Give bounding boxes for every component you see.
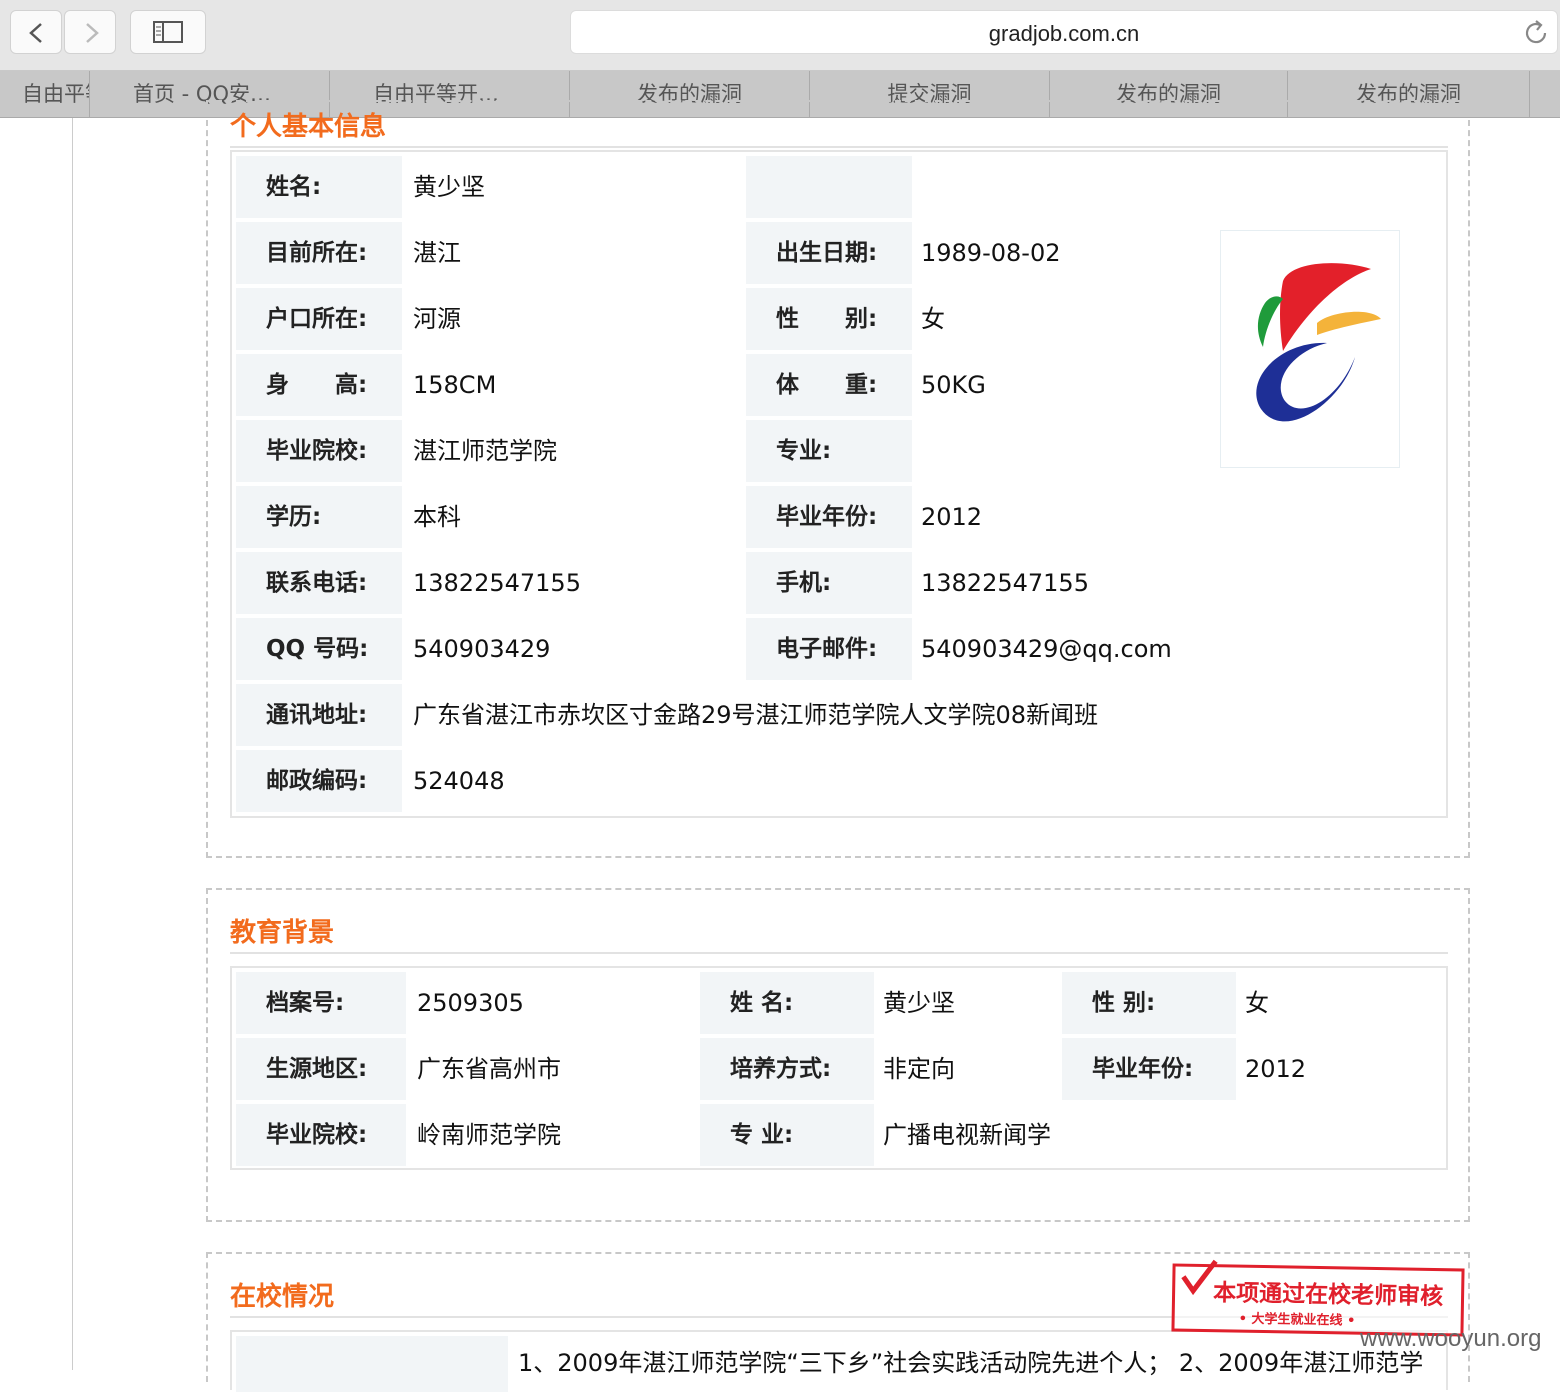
field-value: 湛江 [413, 239, 461, 267]
section-rule [230, 952, 1448, 954]
field-value: 1989-08-02 [921, 239, 1061, 267]
field-label: 档案号: [236, 972, 406, 1034]
field-label: 生源地区: [236, 1038, 406, 1100]
field-value: 广东省湛江市赤坎区寸金路29号湛江师范学院人文学院08新闻班 [413, 701, 1099, 729]
stamp-subtext: • 大学生就业在线 • [1238, 1311, 1356, 1329]
field-value: 黄少坚 [413, 173, 485, 201]
field-label: 电子邮件: [746, 618, 912, 680]
page-border-line [72, 118, 73, 1370]
field-value: 女 [1245, 989, 1269, 1017]
forward-button[interactable] [64, 10, 116, 54]
url-text: gradjob.com.cn [988, 21, 1140, 46]
field-value: 广东省高州市 [417, 1055, 561, 1083]
sidebar-button[interactable] [130, 10, 206, 54]
school-table: 1、2009年湛江师范学院“三下乡”社会实践活动院先进个人； 2、2009年湛江… [230, 1330, 1448, 1392]
field-label: 通讯地址: [236, 684, 402, 746]
field-value: 湛江师范学院 [413, 437, 557, 465]
field-label: 目前所在: [236, 222, 402, 284]
field-value: 13822547155 [413, 569, 581, 597]
field-label: 培养方式: [700, 1038, 874, 1100]
field-value: 河源 [413, 305, 461, 333]
browser-toolbar: gradjob.com.cn [0, 0, 1560, 71]
watermark: www.wooyun.org [1360, 1325, 1542, 1352]
field-label [746, 156, 912, 218]
field-label: 户口所在: [236, 288, 402, 350]
field-value: 2012 [921, 503, 983, 531]
field-value: 2012 [1245, 1055, 1307, 1083]
field-label: QQ 号码: [236, 618, 402, 680]
field-value: 158CM [413, 371, 497, 399]
address-bar[interactable]: gradjob.com.cn [570, 10, 1558, 54]
field-value: 524048 [413, 767, 505, 795]
browser-tab[interactable]: 自由平等开… [0, 71, 90, 117]
field-value: 本科 [413, 503, 461, 531]
personal-info-section: 个人基本信息 姓名: 黄少坚 目前所在: 湛江 出生日期: 1989-08-02… [206, 100, 1470, 858]
field-label: 学历: [236, 486, 402, 548]
education-table: 档案号: 2509305 姓 名: 黄少坚 性 别: 女 生源地区: 广东省高州… [230, 966, 1448, 1170]
school-record-text: 1、2009年湛江师范学院“三下乡”社会实践活动院先进个人； 2、2009年湛江… [518, 1349, 1424, 1377]
field-label: 姓 名: [700, 972, 874, 1034]
field-label: 联系电话: [236, 552, 402, 614]
field-label: 毕业院校: [236, 1104, 406, 1166]
field-value: 非定向 [883, 1055, 955, 1083]
field-value: 岭南师范学院 [417, 1121, 561, 1149]
field-label [236, 1336, 508, 1392]
field-value: 黄少坚 [883, 989, 955, 1017]
education-section: 教育背景 档案号: 2509305 姓 名: 黄少坚 性 别: 女 生源地区: … [206, 888, 1470, 1222]
field-label: 姓名: [236, 156, 402, 218]
stamp-text: 本项通过在校老师审核 [1212, 1280, 1444, 1311]
section-title: 教育背景 [230, 918, 335, 948]
sidebar-icon [153, 21, 183, 43]
field-value: 540903429@qq.com [921, 635, 1172, 663]
field-label: 毕业年份: [746, 486, 912, 548]
field-label: 身 高: [236, 354, 402, 416]
field-value: 540903429 [413, 635, 551, 663]
field-label: 出生日期: [746, 222, 912, 284]
field-label: 性 别: [1062, 972, 1236, 1034]
field-value: 女 [921, 305, 945, 333]
back-button[interactable] [10, 10, 62, 54]
field-label: 手机: [746, 552, 912, 614]
field-label: 专 业: [700, 1104, 874, 1166]
field-label: 体 重: [746, 354, 912, 416]
field-value: 50KG [921, 371, 986, 399]
reload-icon[interactable] [1523, 19, 1551, 47]
field-value: 13822547155 [921, 569, 1089, 597]
chevron-right-icon [86, 23, 99, 43]
field-value: 2509305 [417, 989, 524, 1017]
logo-icon [1256, 263, 1381, 422]
section-title: 在校情况 [230, 1282, 335, 1312]
profile-photo-placeholder [1220, 230, 1400, 468]
field-label: 性 别: [746, 288, 912, 350]
section-title: 个人基本信息 [230, 112, 387, 142]
field-label: 毕业年份: [1062, 1038, 1236, 1100]
field-label: 毕业院校: [236, 420, 402, 482]
field-label: 邮政编码: [236, 750, 402, 812]
field-value: 广播电视新闻学 [883, 1121, 1051, 1149]
section-rule [230, 146, 1448, 148]
field-label: 专业: [746, 420, 912, 482]
chevron-left-icon [29, 23, 42, 43]
